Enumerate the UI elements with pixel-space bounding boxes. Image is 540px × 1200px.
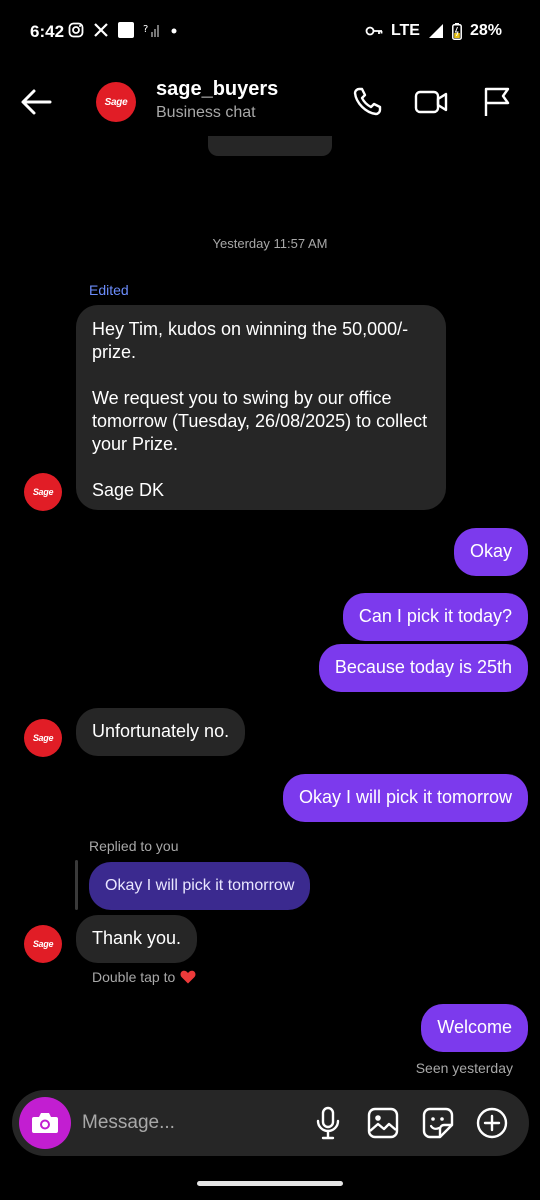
- gallery-icon: [367, 1107, 399, 1139]
- svg-text:?: ?: [143, 24, 148, 35]
- app-square-icon: [118, 22, 134, 38]
- message-bubble-outgoing[interactable]: Because today is 25th: [318, 644, 528, 692]
- message-composer: [12, 1090, 529, 1156]
- network-label: LTE: [390, 22, 420, 39]
- sender-avatar[interactable]: Sage: [24, 473, 62, 511]
- dot-icon: [171, 28, 177, 34]
- report-button[interactable]: [478, 82, 514, 122]
- more-options-button[interactable]: [475, 1106, 509, 1140]
- sender-avatar[interactable]: Sage: [24, 719, 62, 757]
- message-bubble-incoming[interactable]: Thank you.: [76, 915, 198, 963]
- phone-icon: [353, 87, 382, 116]
- previous-message-bubble: [208, 136, 332, 156]
- sticker-icon: [422, 1107, 454, 1139]
- message-text: Thank you.: [92, 928, 182, 948]
- message-bubble-outgoing[interactable]: Welcome: [421, 1004, 528, 1052]
- chat-title[interactable]: sage_buyers: [156, 78, 278, 101]
- sticker-button[interactable]: [421, 1106, 455, 1140]
- voice-call-button[interactable]: [349, 82, 385, 122]
- video-call-icon: [414, 90, 448, 114]
- avatar-logo-text: Sage: [32, 733, 54, 743]
- avatar-logo-text: Sage: [104, 96, 128, 108]
- message-text: Hey Tim, kudos on winning the 50,000/- p…: [92, 319, 428, 500]
- signal-question-icon: ?: [143, 24, 159, 37]
- seen-indicator: Seen yesterday: [415, 1060, 513, 1076]
- status-time: 6:42: [30, 22, 65, 41]
- instagram-icon: [68, 22, 84, 38]
- chat-header: Sage sage_buyers Business chat: [0, 64, 540, 142]
- message-bubble-outgoing[interactable]: Okay: [453, 528, 528, 576]
- camera-icon: [32, 1113, 58, 1133]
- double-tap-hint: Double tap to: [92, 969, 196, 985]
- video-call-button[interactable]: [413, 82, 449, 122]
- message-bubble-incoming[interactable]: Unfortunately no.: [76, 708, 246, 756]
- microphone-icon: [316, 1106, 340, 1140]
- back-arrow-icon: [21, 89, 52, 115]
- message-bubble-outgoing[interactable]: Okay I will pick it tomorrow: [282, 774, 528, 822]
- notification-icons: ?: [68, 22, 178, 38]
- plus-icon: [476, 1107, 508, 1139]
- heart-icon: [180, 970, 196, 984]
- message-input[interactable]: [82, 1108, 302, 1138]
- replied-message-quote[interactable]: Okay I will pick it tomorrow: [89, 862, 311, 910]
- message-text: Welcome: [437, 1017, 512, 1037]
- message-bubble-outgoing[interactable]: Can I pick it today?: [342, 593, 528, 641]
- chat-timestamp: Yesterday 11:57 AM: [212, 236, 328, 251]
- status-bar: 6:42 ? LTE 28%: [0, 0, 540, 64]
- battery-label: 28%: [469, 22, 502, 39]
- sender-avatar[interactable]: Sage: [24, 925, 62, 963]
- voice-message-button[interactable]: [311, 1106, 345, 1140]
- flag-icon: [484, 87, 510, 116]
- gallery-button[interactable]: [366, 1106, 400, 1140]
- key-icon: [365, 26, 383, 36]
- message-text: Okay I will pick it tomorrow: [298, 787, 512, 807]
- message-text: Can I pick it today?: [358, 606, 512, 626]
- message-bubble-incoming[interactable]: Hey Tim, kudos on winning the 50,000/- p…: [76, 305, 446, 510]
- avatar-logo-text: Sage: [32, 939, 54, 949]
- message-text: Unfortunately no.: [92, 721, 230, 741]
- system-status: LTE 28%: [365, 22, 502, 40]
- double-tap-text: Double tap to: [92, 969, 176, 985]
- cell-signal-icon: [428, 24, 443, 38]
- message-text: Because today is 25th: [334, 657, 512, 677]
- back-button[interactable]: [16, 82, 60, 122]
- avatar-logo-text: Sage: [32, 487, 54, 497]
- battery-icon: [452, 22, 462, 40]
- message-text: Okay: [469, 541, 512, 561]
- chat-subtitle: Business chat: [156, 104, 256, 121]
- profile-avatar[interactable]: Sage: [96, 82, 136, 122]
- reply-quote-text: Okay I will pick it tomorrow: [105, 877, 295, 894]
- reply-indicator-bar: [75, 860, 78, 910]
- edited-label: Edited: [89, 282, 129, 298]
- camera-button[interactable]: [19, 1097, 71, 1149]
- reply-label: Replied to you: [89, 838, 179, 854]
- x-icon: [94, 23, 108, 37]
- home-indicator[interactable]: [197, 1181, 343, 1186]
